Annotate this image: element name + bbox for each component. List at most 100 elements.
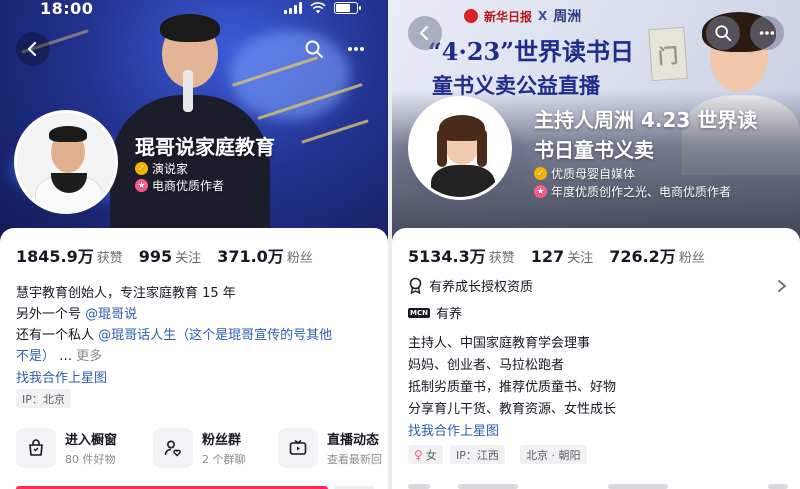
search-button[interactable] <box>300 35 328 63</box>
shortcut-fan-group[interactable]: 粉丝群 2 个群聊 <box>153 428 246 468</box>
stat-label: 获赞 <box>488 251 515 266</box>
profile-name-line-2: 书日童书义卖 <box>534 138 654 162</box>
status-time: 18:00 <box>40 0 94 18</box>
bio-line: 另外一个号 @琨哥说 <box>16 303 137 322</box>
signal-icon <box>284 2 302 14</box>
mcn-row[interactable]: MCN 有养 <box>408 303 462 322</box>
stats-row: 1845.9万 获赞 995 关注 371.0万 粉丝 <box>16 243 313 267</box>
ip-tag: IP：江西 <box>450 445 505 464</box>
award-ribbon-icon <box>409 277 422 294</box>
avatar[interactable] <box>14 110 118 214</box>
bio-text: 还有一个私人 <box>16 328 99 343</box>
stat-followers[interactable]: 726.2万 粉丝 <box>609 243 705 267</box>
stat-label: 关注 <box>567 251 594 266</box>
ip-tag: IP：北京 <box>16 389 71 408</box>
stat-label: 获赞 <box>96 251 123 266</box>
shortcut-sub: 2 个群聊 <box>202 453 246 466</box>
back-button[interactable] <box>16 32 50 66</box>
stat-value: 5134.3万 <box>408 247 486 266</box>
shortcut-title: 进入橱窗 <box>65 433 118 448</box>
mention-link[interactable]: 不是） <box>16 349 55 364</box>
bio-line: 不是） … 更多 <box>16 345 102 364</box>
next-section-peek <box>768 484 788 489</box>
chevron-left-icon <box>419 25 429 41</box>
badge-row-2: ★ 电商优质作者 <box>135 177 224 194</box>
gender-tag: ♀ 女 <box>408 445 443 464</box>
mention-link[interactable]: @琨哥话人生（这个是琨哥宣传的号其他 <box>98 328 332 343</box>
stat-label: 粉丝 <box>678 251 705 266</box>
stats-row: 5134.3万 获赞 127 关注 726.2万 粉丝 <box>408 243 705 267</box>
bio-line: 妈妈、创业者、马拉松跑者 <box>408 358 565 373</box>
search-button[interactable] <box>706 16 740 50</box>
search-icon <box>305 40 323 58</box>
qualification-row[interactable]: 有养成长授权资质 <box>408 276 788 295</box>
shortcut-sub: 80 件好物 <box>65 453 116 466</box>
mcn-icon: MCN <box>408 307 430 318</box>
chevron-right-icon <box>778 279 787 292</box>
banner-headline-1: “4·23”世界读书日 <box>428 37 635 66</box>
chevron-left-icon <box>27 41 37 57</box>
stat-value: 127 <box>530 247 565 266</box>
next-section-peek <box>458 484 518 489</box>
female-icon: ♀ <box>414 447 423 462</box>
badge-label: 年度优质创作之光、电商优质作者 <box>551 185 732 199</box>
location-tag: 北京 · 朝阳 <box>520 445 587 464</box>
stat-following[interactable]: 995 关注 <box>139 247 201 266</box>
star-badge-icon: ★ <box>534 185 547 198</box>
bio-line: 分享育儿干货、教育资源、女性成长 <box>408 402 617 417</box>
star-badge-icon: ★ <box>135 179 148 192</box>
badge-row-1: ✓ 演说家 <box>135 160 188 177</box>
banner-presenter <box>110 0 270 245</box>
stat-following[interactable]: 127 关注 <box>531 247 593 266</box>
profile-banner: 18:00 琨哥说家庭教育 ✓ 演说家 ★ 电商优质作者 <box>0 0 388 245</box>
battery-icon <box>334 2 361 14</box>
profile-name-line-1: 主持人周洲 4.23 世界读 <box>534 108 758 132</box>
badge-label: 优质母婴自媒体 <box>551 167 636 181</box>
more-button[interactable] <box>342 35 370 63</box>
badge-row-2: ★ 年度优质创作之光、电商优质作者 <box>534 183 731 200</box>
badge-row-1: ✓ 优质母婴自媒体 <box>534 165 635 182</box>
mention-link[interactable]: @琨哥说 <box>85 307 137 322</box>
shortcut-storefront[interactable]: 进入橱窗 80 件好物 <box>16 428 117 468</box>
stat-likes: 1845.9万 获赞 <box>16 243 123 267</box>
stat-followers[interactable]: 371.0万 粉丝 <box>217 243 313 267</box>
banner-logo-text: 新华日报 <box>484 9 533 24</box>
stat-likes: 5134.3万 获赞 <box>408 243 515 267</box>
left-profile-screen: 18:00 琨哥说家庭教育 ✓ 演说家 ★ 电商优质作者 1845.9万 获赞 … <box>0 0 388 489</box>
banner-cross: X <box>538 9 548 23</box>
avatar[interactable] <box>408 96 512 200</box>
more-button[interactable] <box>750 16 784 50</box>
newspaper-logo-icon <box>464 9 478 23</box>
banner-partner: 周洲 <box>553 9 582 25</box>
more-link[interactable]: 更多 <box>76 349 102 364</box>
shopping-bag-icon <box>16 428 56 468</box>
stat-label: 关注 <box>175 251 202 266</box>
cooperate-link[interactable]: 找我合作上星图 <box>408 420 499 439</box>
mcn-name: 有养 <box>435 307 462 322</box>
bio-line: 慧宇教育创始人，专注家庭教育 15 年 <box>16 286 236 301</box>
stat-value: 371.0万 <box>217 247 284 266</box>
stat-label: 粉丝 <box>286 251 313 266</box>
more-dots-icon <box>759 31 775 35</box>
badge-label: 演说家 <box>152 162 189 176</box>
bio-line: 还有一个私人 @琨哥话人生（这个是琨哥宣传的号其他 <box>16 324 332 343</box>
bio-ellipsis: … <box>55 349 77 364</box>
banner-logo-row: 新华日报 X 周洲 <box>464 6 581 26</box>
wifi-icon <box>310 2 326 14</box>
right-profile-screen: 新华日报 X 周洲 “4·23”世界读书日 童书义卖公益直播 门 主持人周洲 4… <box>392 0 800 489</box>
cooperate-link[interactable]: 找我合作上星图 <box>16 367 107 386</box>
status-icons <box>284 2 361 14</box>
verified-check-icon: ✓ <box>534 167 547 180</box>
fan-group-icon <box>153 428 193 468</box>
shortcut-title: 直播动态 <box>327 433 380 448</box>
profile-name: 琨哥说家庭教育 <box>135 135 275 159</box>
gender-text: 女 <box>425 448 437 462</box>
next-section-peek <box>408 484 430 489</box>
bio-line: 主持人、中国家庭教育学会理事 <box>408 336 591 351</box>
shortcut-live[interactable]: 直播动态 查看最新回 <box>278 428 382 468</box>
back-button[interactable] <box>408 16 442 50</box>
next-section-peek <box>608 484 668 489</box>
bio-line: 抵制劣质童书，推荐优质童书、好物 <box>408 380 617 395</box>
stat-value: 1845.9万 <box>16 247 94 266</box>
live-tv-icon <box>278 428 318 468</box>
